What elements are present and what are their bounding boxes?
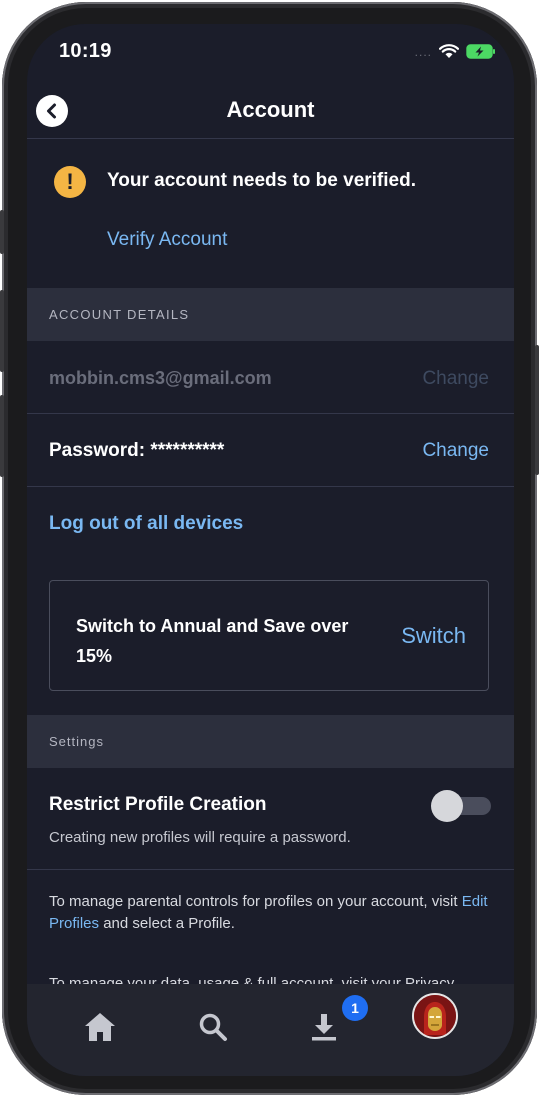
header: Account [27, 84, 514, 139]
divider [27, 486, 514, 487]
status-time: 10:19 [59, 40, 112, 62]
download-icon [312, 1014, 336, 1041]
battery-charging-icon [466, 44, 495, 59]
wifi-icon [439, 44, 459, 58]
avatar[interactable] [412, 993, 458, 1039]
screen: 10:19 .... Account ! Your account needs … [27, 24, 514, 1076]
signal-dots: .... [414, 44, 432, 59]
tab-search[interactable] [190, 1004, 236, 1050]
parental-text-suffix: and select a Profile. [99, 915, 235, 932]
status-bar: 10:19 .... [27, 24, 514, 84]
power-button [535, 345, 539, 475]
page-title: Account [226, 97, 315, 122]
restrict-profile-toggle[interactable] [431, 790, 491, 822]
switch-button[interactable]: Switch [401, 623, 466, 649]
profile-avatar-image [414, 995, 456, 1037]
verify-account-link[interactable]: Verify Account [107, 229, 227, 251]
parental-text-prefix: To manage parental controls for profiles… [49, 893, 462, 910]
downloads-badge: 1 [342, 995, 368, 1021]
annual-plan-promo: Switch to Annual and Save over 15% Switc… [49, 580, 489, 691]
search-icon [199, 1013, 227, 1041]
promo-text: Switch to Annual and Save over 15% [76, 616, 349, 666]
tab-downloads[interactable] [301, 1004, 347, 1050]
logout-all-devices-link[interactable]: Log out of all devices [49, 513, 243, 535]
home-icon [85, 1013, 115, 1041]
silent-switch [0, 210, 4, 254]
volume-down-button [0, 395, 4, 477]
status-icons: .... [415, 44, 496, 59]
section-title: Settings [49, 734, 104, 749]
change-password-button[interactable]: Change [422, 440, 489, 462]
verification-message: Your account needs to be verified. [107, 170, 416, 191]
divider [27, 413, 514, 414]
restrict-profile-title: Restrict Profile Creation [49, 794, 267, 815]
restrict-profile-description: Creating new profiles will require a pas… [49, 829, 351, 846]
settings-header: Settings [27, 715, 514, 768]
change-email-button[interactable]: Change [422, 368, 489, 390]
email-value: mobbin.cms3@gmail.com [49, 368, 272, 388]
tab-home[interactable] [77, 1004, 123, 1050]
parental-controls-note: To manage parental controls for profiles… [49, 891, 489, 935]
section-title: ACCOUNT DETAILS [49, 307, 190, 322]
account-details-header: ACCOUNT DETAILS [27, 288, 514, 341]
warning-icon: ! [54, 166, 86, 198]
volume-up-button [0, 290, 4, 372]
password-label: Password: ********** [49, 440, 225, 461]
divider [27, 869, 514, 870]
toggle-knob [431, 790, 463, 822]
